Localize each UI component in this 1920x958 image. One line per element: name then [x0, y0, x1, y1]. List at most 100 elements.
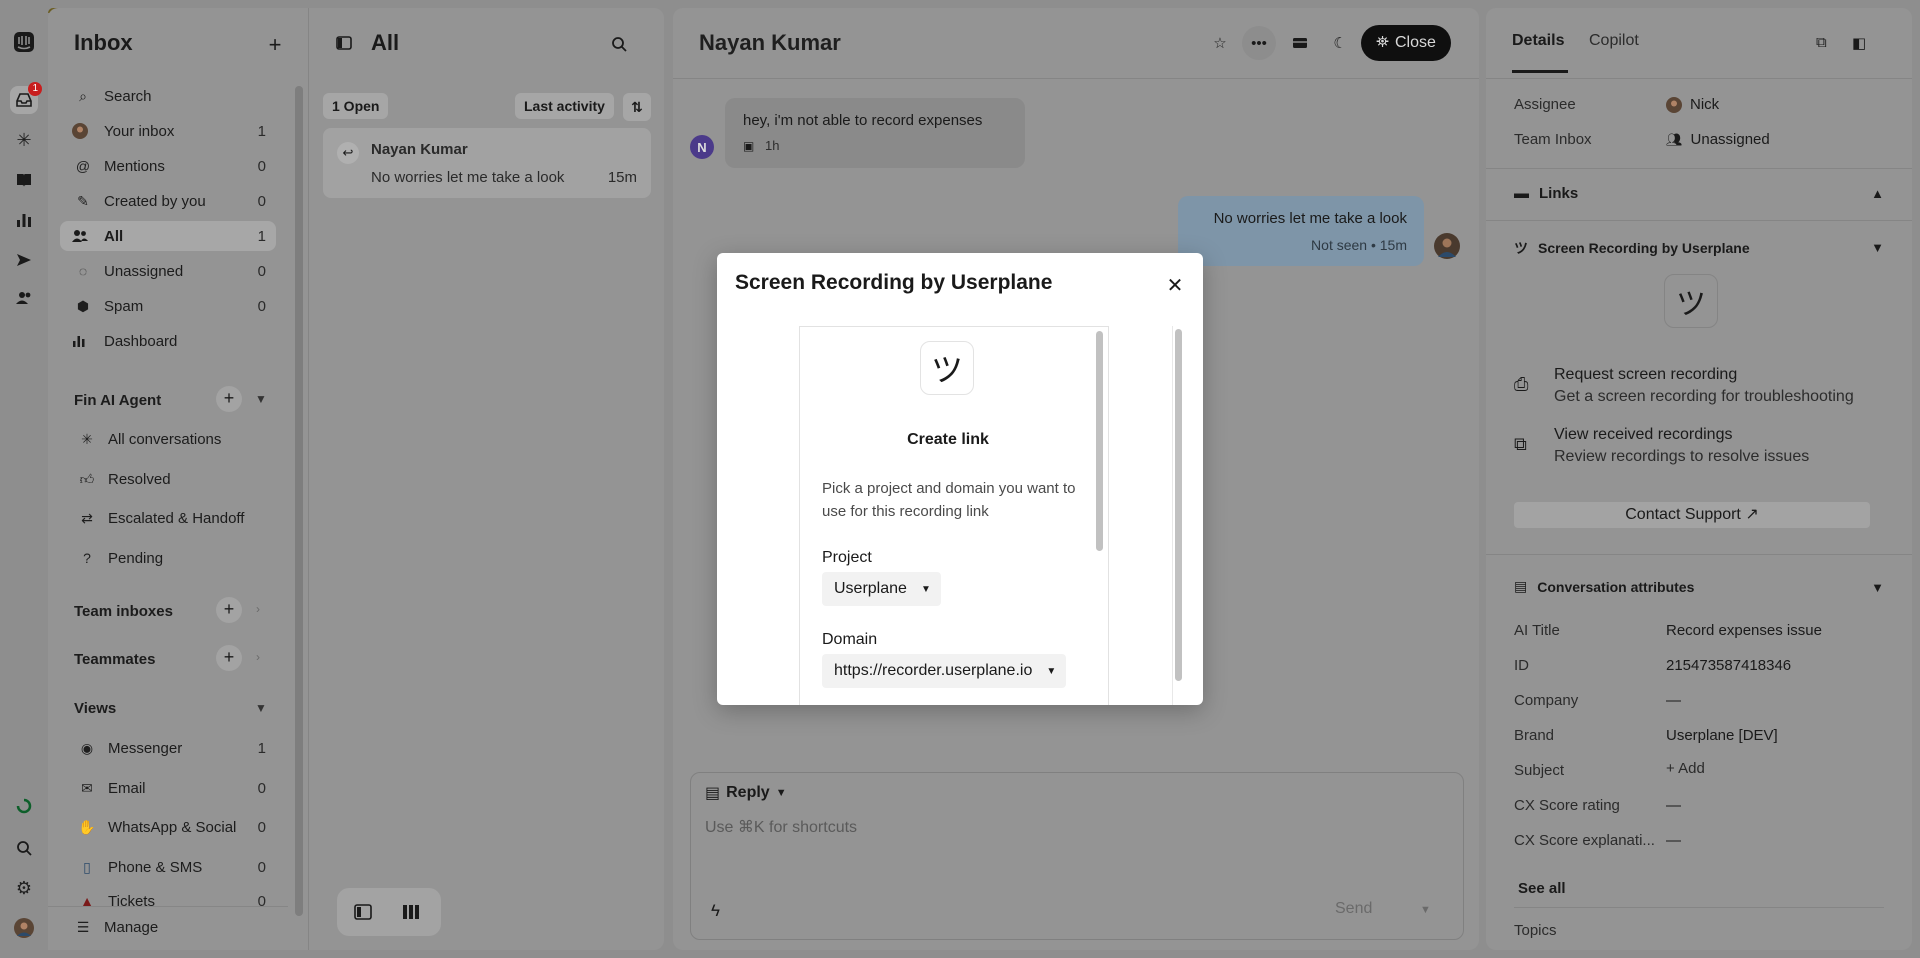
view-recordings-link[interactable]: View received recordings	[1554, 426, 1732, 444]
team-inbox-value[interactable]: 👥︎ Unassigned	[1666, 131, 1770, 148]
sidebar-scrollbar[interactable]	[295, 86, 303, 916]
fin-section-header[interactable]: Fin AI Agent	[74, 392, 161, 409]
ticket-convert-icon[interactable]	[1283, 26, 1317, 60]
sidebar-item-spam[interactable]: ⬢ Spam 0	[60, 291, 276, 321]
panel-toggle-icon[interactable]: ◧	[1852, 34, 1866, 52]
search-icon[interactable]	[609, 34, 629, 54]
sidebar-item-whatsapp-social[interactable]: ✋ WhatsApp & Social 0	[60, 812, 276, 842]
teammates-header[interactable]: Teammates	[74, 651, 155, 668]
see-all-link[interactable]: See all	[1518, 880, 1566, 897]
lightning-shortcuts-icon[interactable]: ϟ	[711, 901, 720, 921]
sidebar-search[interactable]: ⌕ Search	[60, 81, 276, 111]
team-inbox-name: Unassigned	[1690, 131, 1770, 148]
open-external-icon[interactable]: ⧉	[1816, 34, 1827, 51]
open-count-filter[interactable]: 1 Open	[323, 93, 389, 119]
status-icon[interactable]	[10, 792, 38, 820]
fin-add-plus-icon[interactable]: +	[216, 386, 242, 412]
card-contact-name: Nayan Kumar	[371, 141, 468, 158]
attr-value[interactable]: —	[1666, 692, 1681, 709]
assignee-avatar	[1666, 96, 1682, 113]
sidebar-item-pending[interactable]: ? Pending	[60, 543, 276, 573]
recording-section-header[interactable]: ツ Screen Recording by Userplane	[1514, 238, 1750, 258]
sidebar-item-dashboard[interactable]: Dashboard	[60, 326, 276, 356]
chevron-down-icon[interactable]: ▼	[1871, 580, 1884, 595]
sidebar-item-email[interactable]: ✉ Email 0	[60, 773, 276, 803]
team-inboxes-plus-icon[interactable]: +	[216, 597, 242, 623]
manage-button[interactable]: ☰ Manage	[60, 912, 276, 942]
attr-value[interactable]: Record expenses issue	[1666, 622, 1822, 639]
tab-details[interactable]: Details	[1512, 32, 1564, 50]
sort-order-icon[interactable]: ⇅	[623, 93, 651, 121]
knowledge-nav-icon[interactable]	[10, 166, 38, 194]
teammates-plus-icon[interactable]: +	[216, 645, 242, 671]
new-conversation-plus-icon[interactable]: +	[264, 32, 286, 57]
reports-nav-icon[interactable]	[10, 206, 38, 234]
sort-dropdown[interactable]: Last activity	[515, 93, 614, 119]
star-icon[interactable]: ☆	[1203, 26, 1237, 60]
split-view-icon[interactable]	[353, 902, 373, 922]
request-recording-link[interactable]: Request screen recording	[1554, 366, 1737, 384]
conversation-title: Nayan Kumar	[699, 30, 841, 55]
sidebar-item-resolved[interactable]: 👍︎ Resolved	[60, 464, 276, 494]
thumbs-up-icon: 👍︎	[79, 470, 95, 487]
chevron-down-icon[interactable]: ▼	[1871, 240, 1884, 255]
team-inboxes-header[interactable]: Team inboxes	[74, 603, 173, 620]
contacts-nav-icon[interactable]	[10, 284, 38, 312]
project-select[interactable]: Userplane ▼	[822, 572, 941, 606]
sidebar-item-phone-sms[interactable]: ▯ Phone & SMS 0	[60, 852, 276, 882]
sidebar-item-all[interactable]: All 1	[60, 221, 276, 251]
more-options-icon[interactable]: •••	[1242, 26, 1276, 60]
sidebar-item-escalated[interactable]: ⇄ Escalated & Handoff	[60, 503, 276, 533]
columns-view-icon[interactable]	[401, 902, 421, 922]
snooze-icon[interactable]: ☾	[1323, 26, 1357, 60]
outbound-nav-icon[interactable]	[10, 246, 38, 274]
reply-mode-dropdown[interactable]: ▤ Reply ▼	[705, 783, 787, 803]
fin-nav-icon[interactable]: ✳	[10, 126, 38, 154]
views-header[interactable]: Views	[74, 700, 116, 717]
chevron-up-icon[interactable]: ▲	[1871, 186, 1884, 201]
sidebar-item-label: WhatsApp & Social	[108, 818, 237, 836]
modal-scrollbar[interactable]	[1175, 329, 1182, 681]
close-icon[interactable]: ✕	[1163, 273, 1187, 297]
domain-select[interactable]: https://recorder.userplane.io ▼	[822, 654, 1067, 688]
sidebar-item-your-inbox[interactable]: Your inbox 1	[60, 116, 276, 146]
chevron-down-icon[interactable]: ▼	[255, 701, 267, 715]
reply-input[interactable]: Use ⌘K for shortcuts	[705, 817, 1445, 847]
chevron-right-icon[interactable]: ›	[256, 602, 260, 616]
links-section-header[interactable]: ▬ Links	[1514, 185, 1578, 202]
chevron-down-icon[interactable]: ▼	[255, 392, 267, 406]
contact-support-button[interactable]: Contact Support ↗	[1514, 502, 1870, 528]
sidebar-item-mentions[interactable]: @ Mentions 0	[60, 151, 276, 181]
sidebar-item-unassigned[interactable]: ◌ Unassigned 0	[60, 256, 276, 286]
send-options-chevron-icon[interactable]: ▼	[1420, 904, 1431, 916]
sidebar-item-label: Created by you	[104, 192, 206, 210]
attr-value[interactable]: Userplane [DEV]	[1666, 727, 1778, 744]
app-logo-icon[interactable]	[10, 28, 38, 56]
modal-title: Screen Recording by Userplane	[735, 271, 1053, 294]
assignee-value[interactable]: Nick	[1666, 96, 1719, 113]
sidebar-item-created-by-you[interactable]: ✎ Created by you 0	[60, 186, 276, 216]
frame-scrollbar[interactable]	[1096, 331, 1103, 551]
inbox-nav-icon[interactable]: 1	[10, 82, 42, 114]
screen-recording-modal: Screen Recording by Userplane ✕ ツ Create…	[717, 253, 1203, 705]
add-subject-button[interactable]: + Add	[1666, 760, 1705, 777]
agent-avatar[interactable]	[1434, 233, 1460, 259]
sidebar-item-all-conversations[interactable]: ✳ All conversations	[60, 424, 276, 454]
user-avatar[interactable]	[10, 914, 38, 942]
sidebar-toggle-icon[interactable]	[335, 34, 353, 52]
close-conversation-button[interactable]: ⛯ Close	[1361, 25, 1451, 61]
tab-copilot[interactable]: Copilot	[1589, 32, 1639, 50]
attr-value[interactable]: 215473587418346	[1666, 657, 1791, 674]
sidebar-item-label: Spam	[104, 297, 144, 315]
attr-value[interactable]: —	[1666, 832, 1681, 849]
settings-gear-icon[interactable]: ⚙	[10, 874, 38, 902]
chevron-right-icon[interactable]: ›	[256, 650, 260, 664]
attributes-section-header[interactable]: ▤ Conversation attributes	[1514, 578, 1694, 595]
sidebar-item-messenger[interactable]: ◉ Messenger 1	[60, 733, 276, 763]
divider	[1514, 907, 1884, 908]
send-button[interactable]: Send	[1335, 900, 1372, 918]
search-nav-icon[interactable]	[10, 834, 38, 862]
contact-avatar[interactable]: N	[690, 135, 714, 159]
conversation-card[interactable]: ↩ Nayan Kumar No worries let me take a l…	[323, 128, 651, 198]
attr-value[interactable]: —	[1666, 797, 1681, 814]
